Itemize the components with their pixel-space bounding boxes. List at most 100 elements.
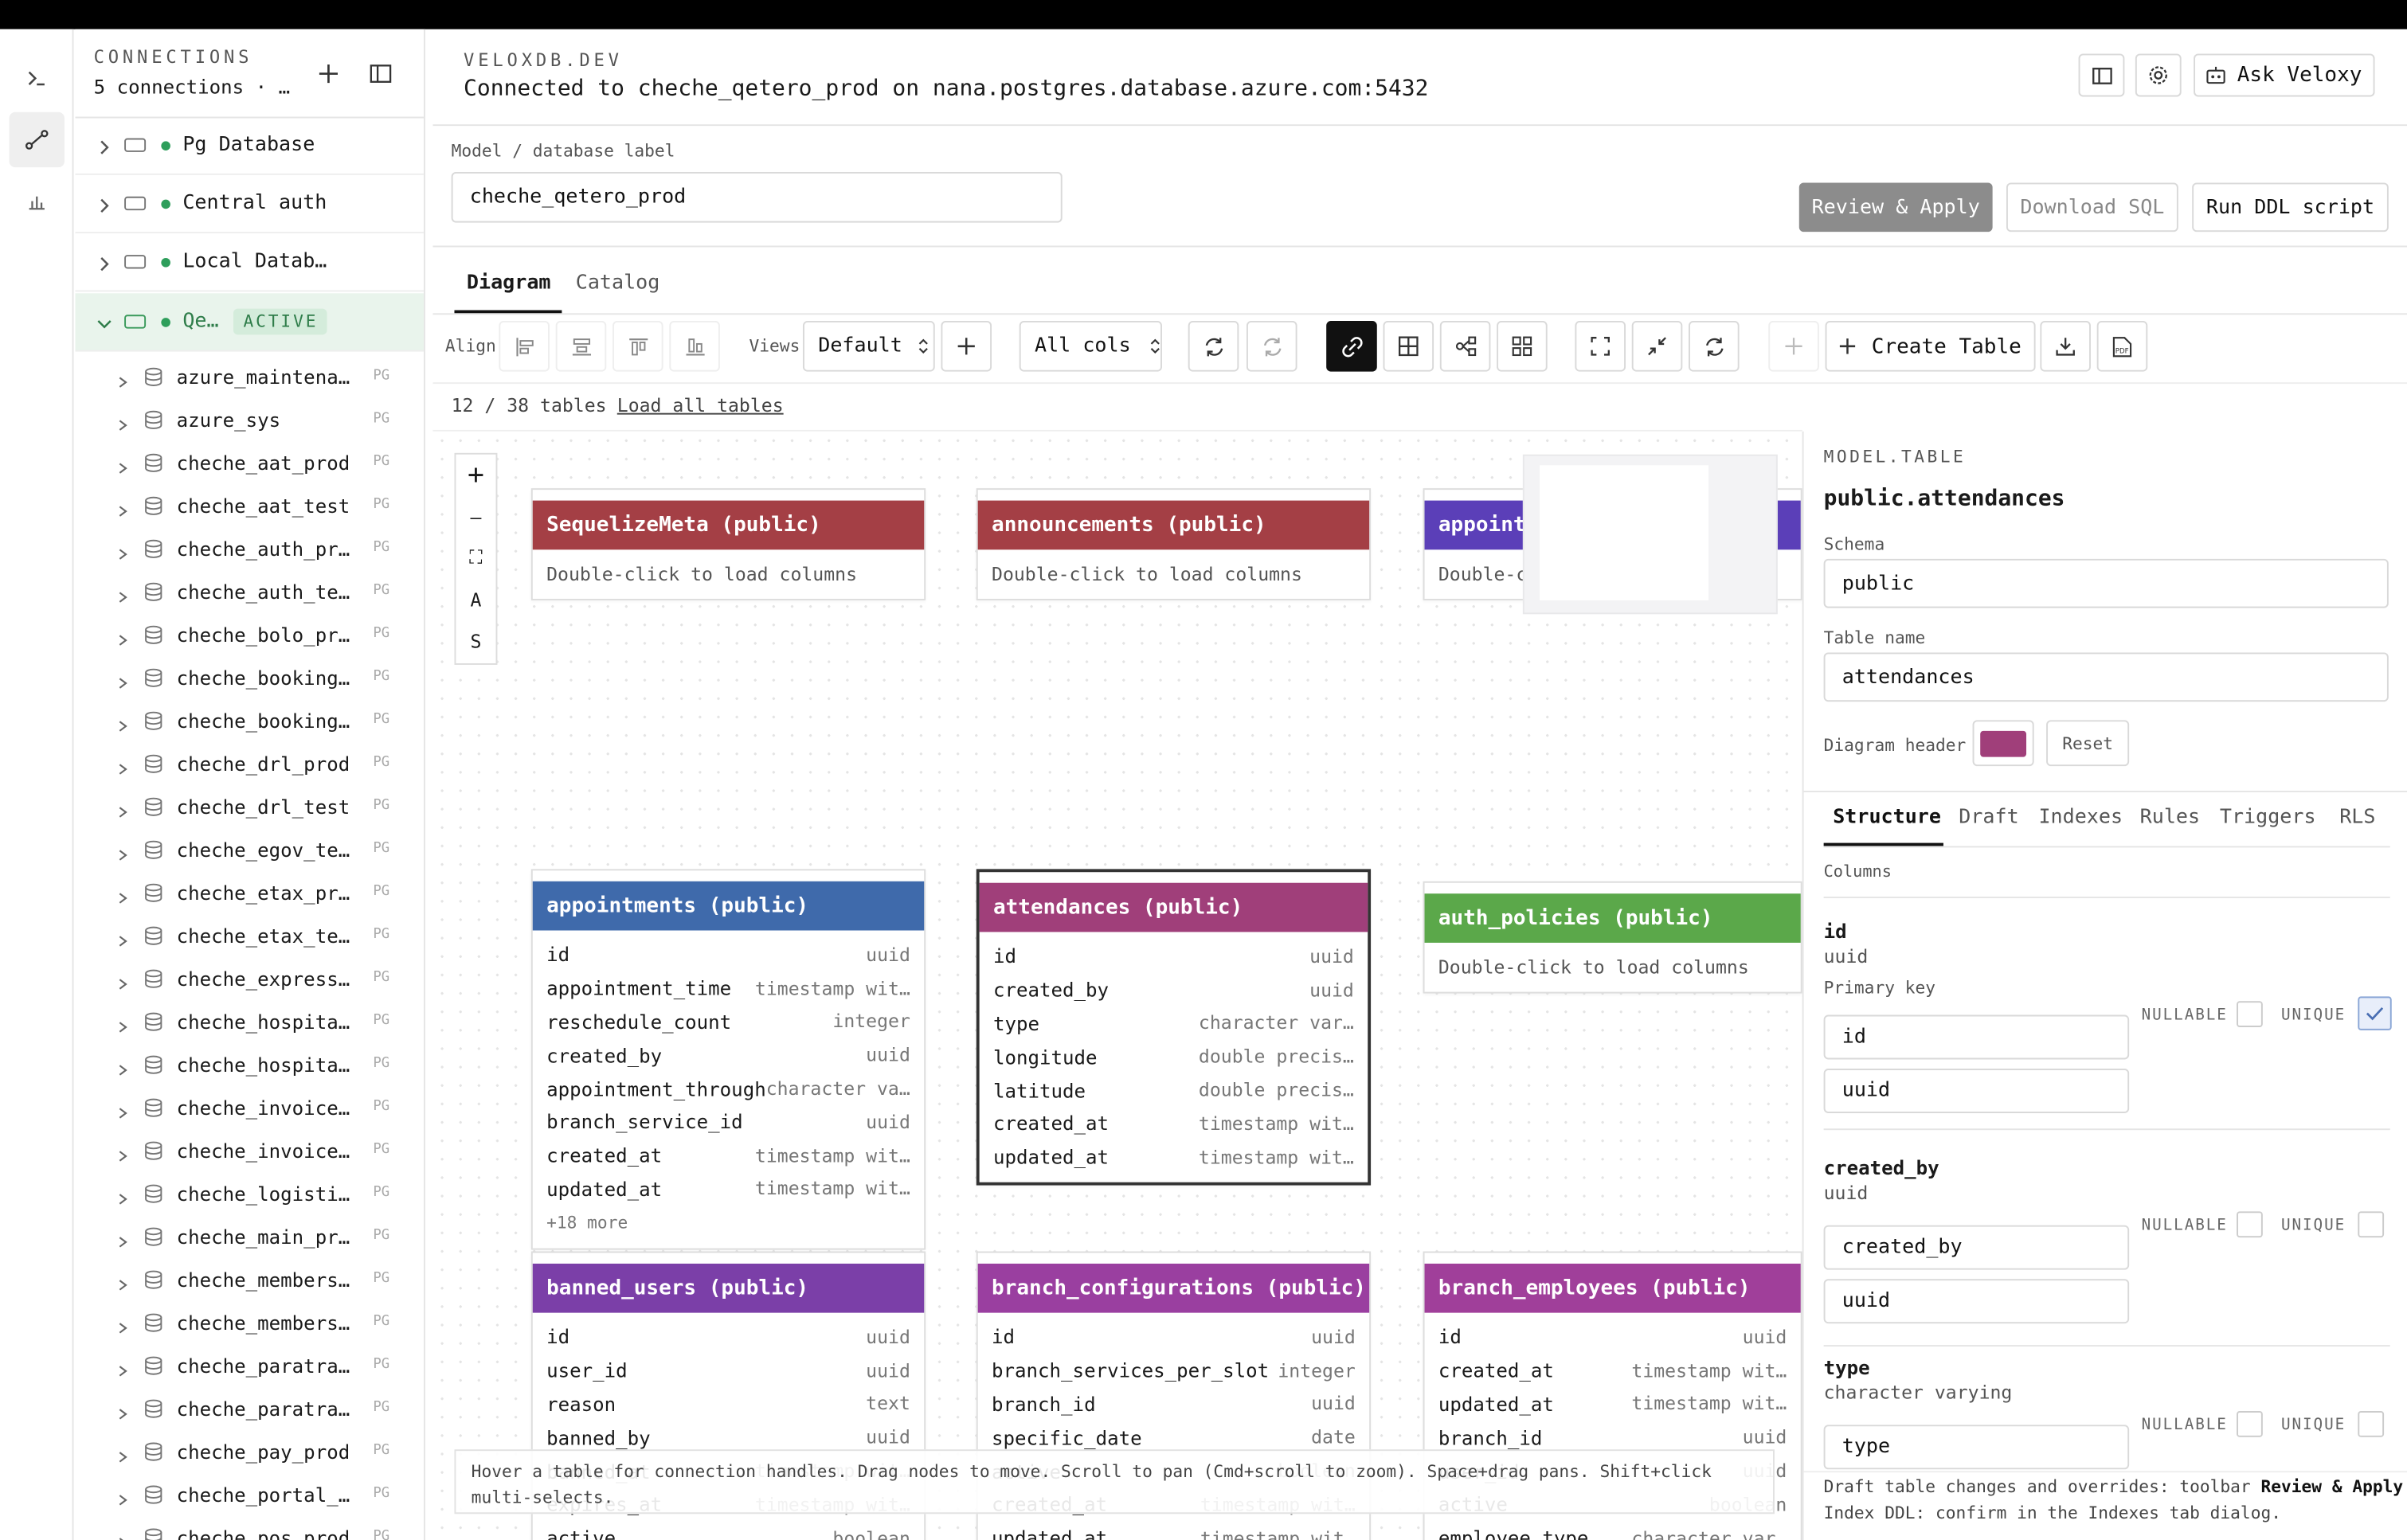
- table-node-header[interactable]: attendances (public): [979, 882, 1368, 932]
- table-node-column[interactable]: longitude double precis…: [980, 1040, 1368, 1073]
- panel-tab-triggers[interactable]: Triggers: [2220, 806, 2316, 829]
- database-item[interactable]: cheche_aat_test PG: [75, 483, 423, 526]
- export-pdf-button[interactable]: PDF: [2096, 320, 2148, 372]
- chevron-right-icon[interactable]: [116, 1530, 128, 1540]
- table-node-column[interactable]: id uuid: [980, 940, 1368, 973]
- database-item[interactable]: cheche_auth_pr… PG: [75, 526, 423, 569]
- chevron-right-icon[interactable]: [116, 1230, 128, 1248]
- panel-tab-indexes[interactable]: Indexes: [2038, 806, 2123, 829]
- database-item[interactable]: cheche_egov_te… PG: [75, 827, 423, 870]
- column-name-input[interactable]: id: [1823, 1014, 2130, 1060]
- database-item[interactable]: cheche_bolo_pr… PG: [75, 612, 423, 655]
- relations-button[interactable]: [1439, 320, 1491, 372]
- chevron-right-icon[interactable]: [96, 196, 112, 213]
- add-view-button[interactable]: [941, 320, 992, 372]
- chevron-right-icon[interactable]: [116, 886, 128, 904]
- table-node-column[interactable]: id uuid: [978, 1320, 1369, 1354]
- create-table-button[interactable]: Create Table: [1825, 320, 2036, 372]
- chevron-right-icon[interactable]: [116, 1444, 128, 1463]
- table-view-button[interactable]: [1383, 320, 1434, 372]
- table-node-column[interactable]: appointment_time timestamp wit…: [533, 971, 924, 1005]
- database-item[interactable]: cheche_etax_te… PG: [75, 913, 423, 956]
- nullable-checkbox[interactable]: [2237, 1411, 2263, 1437]
- views-select[interactable]: Default: [802, 320, 935, 372]
- chevron-right-icon[interactable]: [116, 757, 128, 775]
- review-apply-button[interactable]: Review & Apply: [1798, 182, 1993, 233]
- table-node-header[interactable]: banned_users (public): [532, 1263, 925, 1313]
- database-item[interactable]: cheche_auth_te… PG: [75, 569, 423, 612]
- database-item[interactable]: cheche_main_pr… PG: [75, 1214, 423, 1257]
- database-item[interactable]: cheche_booking… PG: [75, 655, 423, 698]
- database-item[interactable]: cheche_members… PG: [75, 1257, 423, 1300]
- table-node-column[interactable]: id uuid: [1425, 1320, 1801, 1354]
- align-baseline-button[interactable]: [669, 320, 720, 372]
- columns-select[interactable]: All cols: [1019, 320, 1162, 372]
- column-name-input[interactable]: created_by: [1823, 1225, 2130, 1270]
- snap-button[interactable]: S: [456, 620, 495, 662]
- terminal-icon[interactable]: [10, 51, 65, 106]
- connection-item[interactable]: Central auth: [75, 175, 424, 234]
- table-node-header[interactable]: branch_employees (public): [1424, 1263, 1801, 1313]
- table-node-column[interactable]: branch_service_id uuid: [533, 1105, 924, 1139]
- collapse-view-button[interactable]: [1631, 320, 1683, 372]
- table-node-column[interactable]: branch_services_per_slot integer: [978, 1354, 1369, 1387]
- chevron-right-icon[interactable]: [116, 929, 128, 947]
- add-connection-icon[interactable]: [315, 60, 342, 88]
- align-left-button[interactable]: [499, 320, 550, 372]
- export-button[interactable]: [2040, 320, 2091, 372]
- table-node-header[interactable]: appointments (public): [532, 881, 925, 931]
- panel-tab-rls[interactable]: RLS: [2339, 806, 2375, 829]
- database-item[interactable]: cheche_booking… PG: [75, 698, 423, 741]
- nullable-checkbox[interactable]: [2237, 1001, 2263, 1027]
- minimap-viewport[interactable]: [1540, 465, 1709, 600]
- settings-button[interactable]: [2135, 53, 2182, 97]
- database-item[interactable]: cheche_drl_test PG: [75, 784, 423, 827]
- database-item[interactable]: cheche_paratra… PG: [75, 1386, 423, 1429]
- table-node-column[interactable]: updated_at timestamp wit…: [980, 1140, 1368, 1174]
- refresh-button[interactable]: [1188, 320, 1239, 372]
- table-node-column[interactable]: created_at timestamp wit…: [533, 1139, 924, 1172]
- chevron-right-icon[interactable]: [116, 1015, 128, 1033]
- sync-button[interactable]: [1246, 320, 1297, 372]
- database-item[interactable]: cheche_pos_prod PG: [75, 1515, 423, 1540]
- unique-checkbox[interactable]: [2358, 996, 2392, 1030]
- database-item[interactable]: cheche_hospita… PG: [75, 999, 423, 1042]
- table-node-column[interactable]: id uuid: [533, 1320, 924, 1354]
- model-name-input[interactable]: cheche_qetero_prod: [451, 171, 1063, 223]
- database-item[interactable]: cheche_members… PG: [75, 1300, 423, 1343]
- table-node-header[interactable]: SequelizeMeta (public): [532, 500, 925, 550]
- database-item[interactable]: cheche_paratra… PG: [75, 1343, 423, 1386]
- database-item[interactable]: cheche_aat_prod PG: [75, 440, 423, 483]
- table-node-column[interactable]: updated_at timestamp wit…: [533, 1172, 924, 1206]
- column-type-input[interactable]: uuid: [1823, 1069, 2130, 1113]
- database-item[interactable]: cheche_logisti… PG: [75, 1171, 423, 1214]
- database-item[interactable]: cheche_pay_prod PG: [75, 1429, 423, 1472]
- diagram-icon[interactable]: [9, 111, 65, 168]
- panel-tab-rules[interactable]: Rules: [2140, 806, 2200, 829]
- link-mode-button[interactable]: [1326, 320, 1377, 372]
- table-node-column[interactable]: appointment_through character var…: [533, 1072, 924, 1105]
- chevron-right-icon[interactable]: [116, 1358, 128, 1377]
- add-node-button[interactable]: [1768, 320, 1819, 372]
- table-node-column[interactable]: created_by uuid: [980, 973, 1368, 1006]
- column-type-input[interactable]: uuid: [1823, 1279, 2130, 1324]
- schema-input[interactable]: public: [1823, 558, 2389, 608]
- chevron-right-icon[interactable]: [96, 138, 112, 154]
- table-node[interactable]: announcements (public) Double-click to lo…: [976, 488, 1372, 600]
- chevron-right-icon[interactable]: [116, 1058, 128, 1076]
- table-node-header[interactable]: auth_policies (public): [1424, 893, 1801, 943]
- database-item[interactable]: azure_sys PG: [75, 397, 423, 440]
- chevron-right-icon[interactable]: [116, 1487, 128, 1506]
- fit-screen-button[interactable]: ⛶: [456, 537, 495, 579]
- align-bottom-button[interactable]: [555, 320, 607, 372]
- table-node-column[interactable]: created_at timestamp wit…: [1425, 1354, 1801, 1387]
- chevron-right-icon[interactable]: [116, 843, 128, 861]
- connection-item[interactable]: Pg Database: [75, 117, 424, 175]
- table-node-column[interactable]: branch_id uuid: [978, 1387, 1369, 1421]
- database-item[interactable]: cheche_etax_pr… PG: [75, 870, 423, 913]
- nullable-checkbox[interactable]: [2237, 1211, 2263, 1238]
- database-item[interactable]: cheche_express… PG: [75, 956, 423, 999]
- unique-checkbox[interactable]: [2358, 1411, 2385, 1437]
- chevron-right-icon[interactable]: [116, 370, 128, 388]
- table-node-column[interactable]: updated_at timestamp wit…: [1425, 1387, 1801, 1421]
